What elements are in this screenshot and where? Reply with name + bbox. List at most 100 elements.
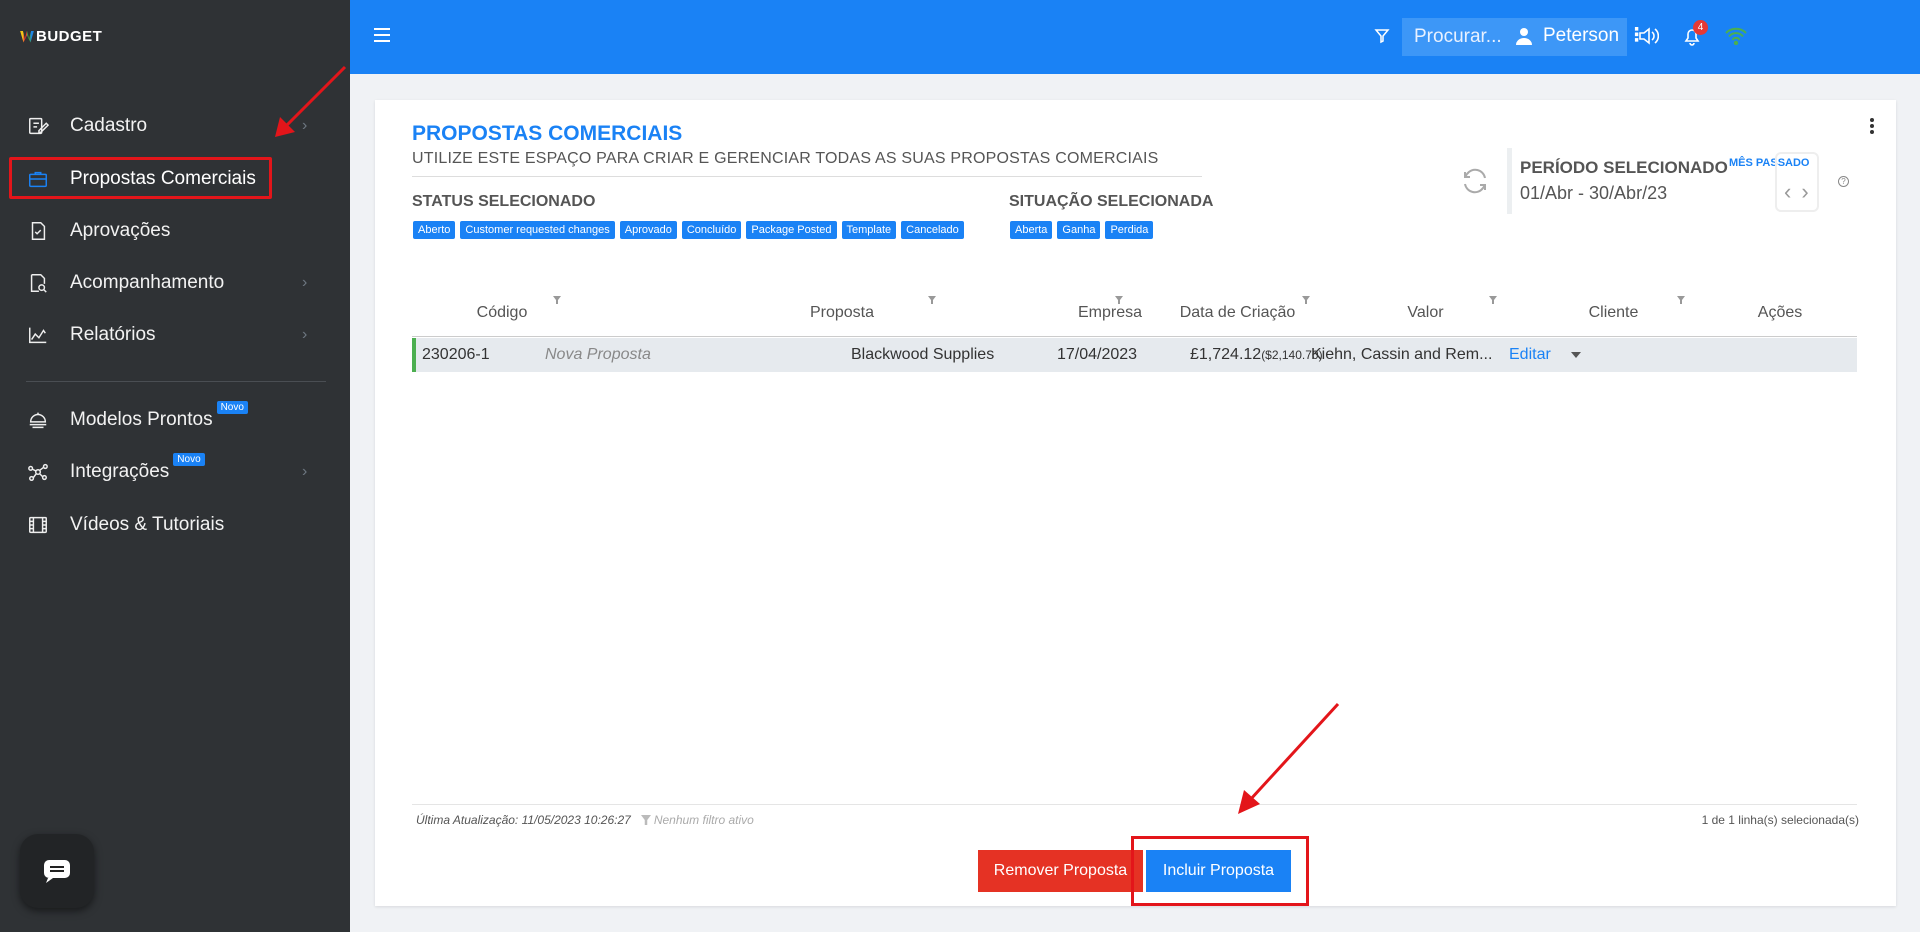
filter-icon[interactable]: [1302, 296, 1310, 304]
area-chart-icon: [26, 323, 50, 347]
document-search-icon: [26, 271, 50, 295]
status-chip[interactable]: Cancelado: [901, 221, 964, 239]
status-chip[interactable]: Concluído: [681, 221, 742, 239]
network-icon: [26, 460, 50, 484]
cell-empresa: Blackwood Supplies: [851, 346, 995, 363]
user-icon: [1516, 27, 1532, 45]
cell-valor: £1,724.12($2,140.70): [1190, 346, 1323, 364]
table-header-divider: [412, 336, 1857, 337]
period-divider: [1507, 148, 1512, 214]
refresh-icon[interactable]: [1460, 166, 1490, 201]
user-name: Peterson: [1543, 24, 1620, 46]
status-chip[interactable]: Aprovado: [619, 221, 677, 239]
proposals-card: PROPOSTAS COMERCIAIS UTILIZE ESTE ESPAÇO…: [375, 100, 1896, 906]
sidebar-item-label: Cadastro: [70, 115, 148, 136]
filter-icon[interactable]: [1115, 296, 1123, 304]
new-badge: Novo: [216, 401, 248, 414]
footer-status: Última Atualização: 11/05/2023 10:26:27 …: [416, 813, 754, 827]
sidebar-item-label: Aprovações: [70, 220, 171, 241]
status-chip[interactable]: Ganha: [1057, 221, 1101, 239]
chevron-left-icon[interactable]: ‹: [1784, 179, 1791, 205]
filter-status: Nenhum filtro ativo: [640, 813, 754, 827]
column-header-codigo[interactable]: Código: [412, 304, 592, 322]
situacao-heading: SITUAÇÃO SELECIONADA: [1009, 193, 1214, 210]
edit-link[interactable]: Editar: [1509, 346, 1551, 364]
annotation-arrow: [1238, 702, 1340, 814]
sidebar-item-label: Acompanhamento: [70, 272, 225, 293]
logo-text: BUDGET: [36, 28, 103, 45]
film-icon: [26, 513, 50, 537]
sidebar-item-label-wrap: Modelos ProntosNovo: [70, 401, 248, 431]
chevron-right-icon: ›: [302, 326, 308, 343]
sidebar-item-acompanhamento[interactable]: Acompanhamento ›: [0, 261, 350, 305]
status-chip[interactable]: Perdida: [1105, 221, 1154, 239]
status-chip[interactable]: Aberto: [413, 221, 456, 239]
period-nav: ‹ ›: [1784, 179, 1809, 205]
user-menu[interactable]: Peterson ⋮: [1515, 24, 1646, 47]
column-header-acoes: Ações: [1757, 304, 1803, 321]
card-menu-icon[interactable]: [1870, 118, 1874, 136]
new-badge: Novo: [173, 453, 205, 466]
wifi-icon: [1724, 24, 1748, 48]
filter-icon[interactable]: [1677, 296, 1685, 304]
annotation-highlight-box: [9, 157, 272, 199]
column-header-cliente[interactable]: Cliente: [1501, 304, 1726, 322]
annotation-arrow: [275, 65, 347, 137]
status-chip[interactable]: Customer requested changes: [460, 221, 615, 239]
page-subtitle: UTILIZE ESTE ESPAÇO PARA CRIAR E GERENCI…: [412, 150, 1159, 167]
filter-icon: [640, 815, 651, 825]
status-chip[interactable]: Aberta: [1010, 221, 1053, 239]
filter-icon[interactable]: [1370, 24, 1394, 48]
help-icon[interactable]: ?: [1838, 176, 1849, 187]
filter-icon[interactable]: [1489, 296, 1497, 304]
sidebar-item-label-wrap: IntegraçõesNovo: [70, 453, 205, 483]
menu-toggle-icon[interactable]: [374, 28, 390, 46]
notifications-bell-icon[interactable]: 4: [1680, 20, 1708, 48]
table-row[interactable]: 230206-1 Nova Proposta Blackwood Supplie…: [412, 338, 1857, 372]
top-bar: 4 Peterson ⋮: [350, 0, 1920, 74]
sidebar-item-label: Modelos Prontos: [70, 409, 213, 430]
sidebar-item-aprovacoes[interactable]: Aprovações: [0, 209, 350, 253]
filter-icon[interactable]: [553, 296, 561, 304]
sidebar-item-modelos-prontos[interactable]: Modelos ProntosNovo: [0, 398, 350, 442]
chevron-right-icon: ›: [302, 463, 308, 480]
filter-status-text: Nenhum filtro ativo: [653, 813, 754, 827]
footer-divider: [412, 804, 1857, 805]
row-actions-dropdown-icon[interactable]: [1571, 352, 1581, 358]
app-logo[interactable]: BUDGET: [20, 28, 102, 45]
cell-cliente: Kiehn, Cassin and Rem...: [1311, 346, 1493, 363]
cell-codigo: 230206-1: [422, 346, 490, 363]
valor-main: £1,724.12: [1190, 346, 1262, 363]
more-vertical-icon: ⋮: [1627, 25, 1647, 46]
sidebar-item-videos-tutoriais[interactable]: Vídeos & Tutoriais: [0, 503, 350, 547]
logo-mark: [20, 30, 34, 43]
notification-badge: 4: [1693, 20, 1708, 35]
sidebar-item-relatorios[interactable]: Relatórios ›: [0, 313, 350, 357]
cell-data: 17/04/2023: [1057, 346, 1138, 363]
status-chip-list: Aberto Customer requested changes Aprovado…: [413, 221, 964, 239]
chat-launcher-button[interactable]: [20, 834, 94, 908]
subtitle-divider: [412, 176, 1202, 177]
period-label: PERÍODO SELECIONADO: [1520, 158, 1728, 177]
approval-check-icon: [26, 219, 50, 243]
last-update-text: Última Atualização: 11/05/2023 10:26:27: [416, 813, 631, 827]
filter-icon[interactable]: [928, 296, 936, 304]
sidebar-item-label: Vídeos & Tutoriais: [70, 514, 225, 535]
period-value: 01/Abr - 30/Abr/23: [1520, 183, 1668, 203]
sidebar-divider: [26, 381, 326, 382]
chevron-right-icon: ›: [302, 274, 308, 291]
chat-bubble-icon: [44, 860, 70, 883]
selection-count: 1 de 1 linha(s) selecionada(s): [1701, 813, 1859, 827]
sidebar-item-label: Integrações: [70, 461, 170, 482]
status-chip[interactable]: Package Posted: [746, 221, 837, 239]
edit-document-icon: [26, 114, 50, 138]
page-title: PROPOSTAS COMERCIAIS: [412, 122, 683, 145]
bell-stack-icon: [26, 408, 50, 432]
status-chip[interactable]: Template: [841, 221, 897, 239]
sidebar-item-integracoes[interactable]: IntegraçõesNovo ›: [0, 450, 350, 494]
situacao-chip-list: Aberta Ganha Perdida: [1010, 221, 1154, 239]
chevron-right-icon[interactable]: ›: [1801, 179, 1808, 205]
annotation-highlight-box: [1131, 836, 1309, 906]
remove-proposal-button[interactable]: Remover Proposta: [978, 850, 1143, 892]
sidebar-item-label: Relatórios: [70, 324, 156, 345]
